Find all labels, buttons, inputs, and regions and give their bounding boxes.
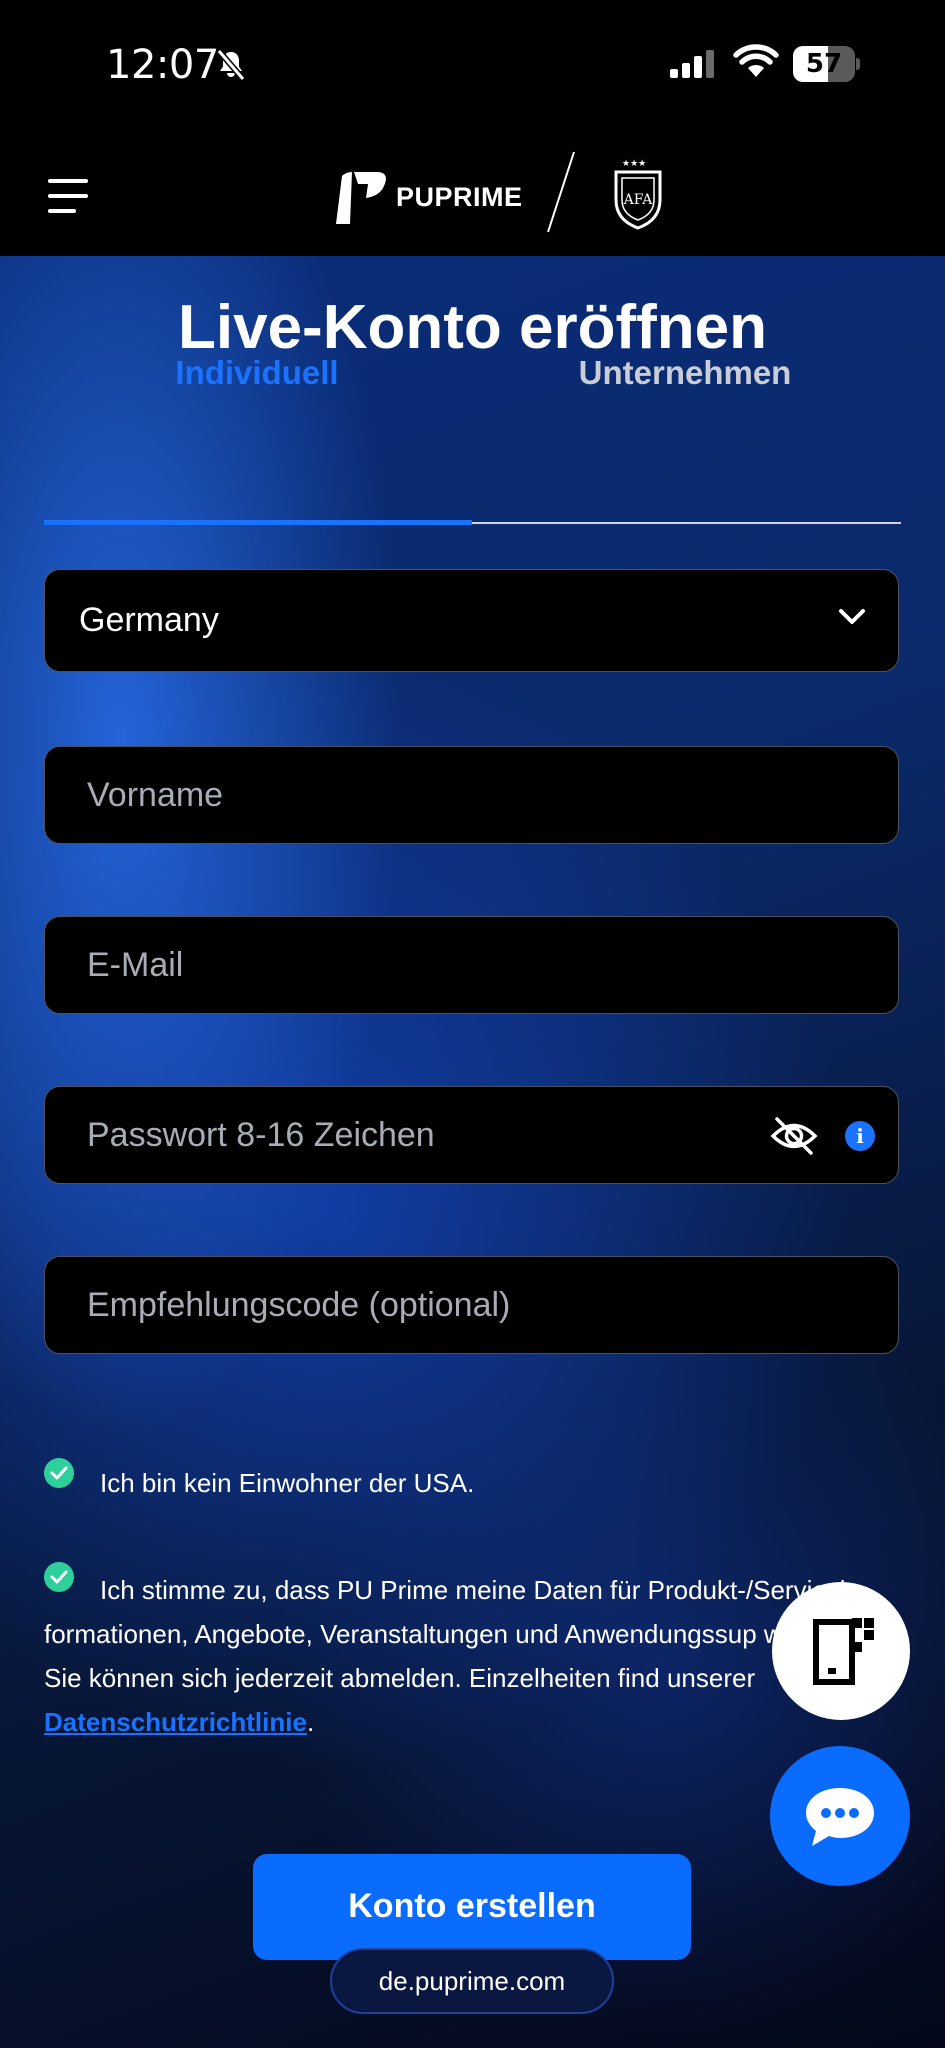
- app-header: PUPRIME ★★★ AFA: [0, 130, 945, 256]
- password-input[interactable]: [87, 1087, 727, 1183]
- url-bar[interactable]: de.puprime.com: [330, 1948, 614, 2014]
- marketing-consent-label: Ich stimme zu, dass PU Prime meine Daten…: [44, 1575, 869, 1693]
- wifi-icon: [733, 44, 779, 77]
- tab-company[interactable]: Unternehmen: [472, 354, 898, 392]
- usa-resident-checkbox[interactable]: [44, 1458, 74, 1488]
- status-time: 12:07: [106, 42, 219, 88]
- country-select[interactable]: Germany: [44, 569, 899, 672]
- live-chat-button[interactable]: [770, 1746, 910, 1886]
- usa-resident-label: Ich bin kein Einwohner der USA.: [100, 1468, 475, 1498]
- battery-icon: 57: [793, 46, 860, 82]
- checkmark-icon: [50, 1466, 68, 1480]
- active-tab-indicator: [44, 520, 472, 525]
- email-field: [44, 916, 899, 1014]
- eye-slash-icon[interactable]: [770, 1115, 818, 1157]
- qr-phone-icon: [813, 1618, 874, 1685]
- svg-text:★★★: ★★★: [622, 158, 646, 168]
- country-value: Germany: [79, 601, 219, 639]
- chevron-down-icon: [839, 609, 865, 624]
- consent-trailing: .: [306, 1707, 315, 1737]
- page-title: Live-Konto eröffnen: [178, 293, 767, 362]
- referral-code-field: [44, 1256, 899, 1354]
- password-field: i: [44, 1086, 899, 1184]
- marketing-consent-text: Ich stimme zu, dass PU Prime meine Daten…: [44, 1568, 884, 1744]
- battery-body: 57: [793, 46, 855, 82]
- info-icon[interactable]: i: [845, 1121, 875, 1151]
- svg-text:AFA: AFA: [623, 192, 654, 208]
- brand-name: PUPRIME: [396, 182, 523, 212]
- hamburger-menu-icon[interactable]: [48, 176, 92, 216]
- first-name-input[interactable]: [87, 747, 727, 843]
- privacy-policy-link[interactable]: Datenschutzrichtlinie: [44, 1707, 307, 1737]
- first-name-field: [44, 746, 899, 844]
- referral-code-input[interactable]: [87, 1257, 727, 1353]
- bell-slash-icon: [216, 49, 246, 81]
- battery-cap: [856, 58, 860, 70]
- create-account-button[interactable]: Konto erstellen: [253, 1854, 691, 1960]
- battery-level: 57: [805, 49, 843, 79]
- status-bar: 12:07 57: [0, 0, 945, 130]
- signal-icon: [670, 50, 714, 78]
- tab-individual[interactable]: Individuell: [44, 354, 470, 392]
- afa-crest-icon: ★★★ AFA: [614, 158, 662, 230]
- signup-page: Live-Konto eröffnen Individuell Unterneh…: [0, 256, 945, 2048]
- puprime-logo-icon: [336, 172, 386, 224]
- qr-app-button[interactable]: [772, 1582, 910, 1720]
- chat-bubble-icon: [806, 1788, 874, 1846]
- email-input[interactable]: [87, 917, 727, 1013]
- logo-divider: [547, 151, 575, 233]
